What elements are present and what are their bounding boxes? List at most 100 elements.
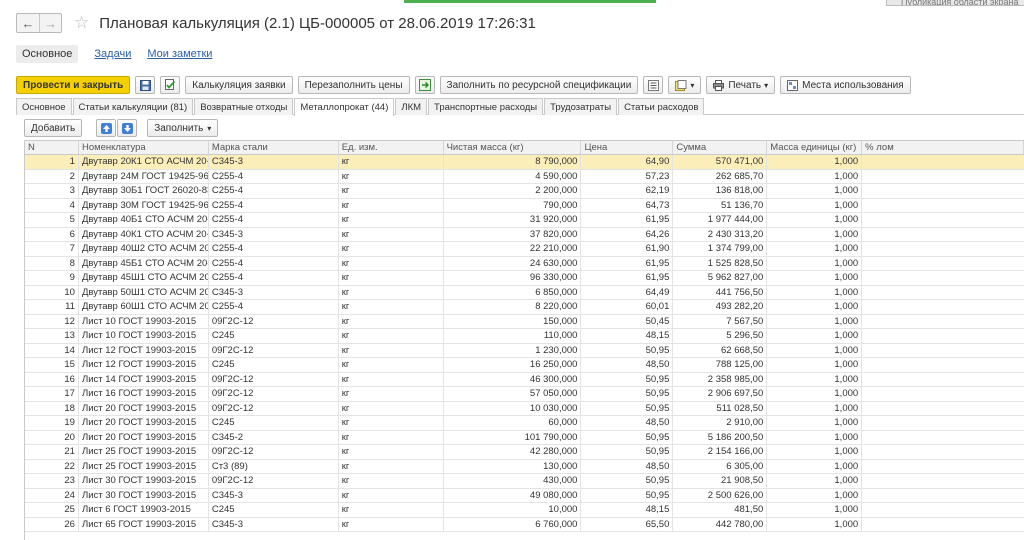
scrap-percent-cell[interactable] (862, 474, 1024, 488)
table-row[interactable]: 13 Лист 10 ГОСТ 19903-2015 С245 кг 110,000 48… (25, 329, 1024, 344)
nomenclature-cell[interactable]: Двутавр 45Б1 СТО АСЧМ 20-93 (79, 256, 209, 270)
price-cell[interactable]: 50,95 (581, 387, 674, 401)
unit-cell[interactable]: кг (339, 459, 444, 473)
scrap-percent-cell[interactable] (862, 329, 1024, 343)
scrap-percent-cell[interactable] (862, 358, 1024, 372)
row-number[interactable]: 19 (25, 416, 79, 430)
row-number[interactable]: 23 (25, 474, 79, 488)
nomenclature-cell[interactable]: Лист 30 ГОСТ 19903-2015 (79, 474, 209, 488)
unit-cell[interactable]: кг (339, 184, 444, 198)
unit-mass-cell[interactable]: 1,000 (767, 285, 863, 299)
steel-grade-cell[interactable]: 09Г2С-12 (209, 474, 339, 488)
row-number[interactable]: 1 (25, 155, 79, 169)
scrap-percent-cell[interactable] (862, 184, 1024, 198)
scrap-percent-cell[interactable] (862, 228, 1024, 242)
sum-cell[interactable]: 441 756,50 (673, 285, 768, 299)
scrap-percent-cell[interactable] (862, 387, 1024, 401)
top-window-tab[interactable]: Публикация области экрана (886, 0, 1024, 6)
nomenclature-cell[interactable]: Лист 14 ГОСТ 19903-2015 (79, 372, 209, 386)
price-cell[interactable]: 61,95 (581, 213, 674, 227)
sum-cell[interactable]: 788 125,00 (673, 358, 768, 372)
move-up-button[interactable] (96, 119, 117, 137)
table-row[interactable]: 25 Лист 6 ГОСТ 19903-2015 С245 кг 10,000 48,1… (25, 503, 1024, 518)
unit-mass-cell[interactable]: 1,000 (767, 242, 863, 256)
unit-cell[interactable]: кг (339, 474, 444, 488)
net-mass-cell[interactable]: 57 050,000 (444, 387, 582, 401)
unit-cell[interactable]: кг (339, 227, 444, 241)
nomenclature-cell[interactable]: Лист 20 ГОСТ 19903-2015 (79, 430, 209, 444)
sum-cell[interactable]: 442 780,00 (673, 517, 768, 531)
sum-cell[interactable]: 21 908,50 (673, 474, 768, 488)
price-cell[interactable]: 50,95 (581, 343, 674, 357)
table-row[interactable]: 15 Лист 12 ГОСТ 19903-2015 С245 кг 16 250,00… (25, 358, 1024, 373)
net-mass-cell[interactable]: 110,000 (444, 329, 582, 343)
scrap-percent-cell[interactable] (862, 257, 1024, 271)
unit-mass-cell[interactable]: 1,000 (767, 256, 863, 270)
net-mass-cell[interactable]: 37 820,000 (444, 227, 582, 241)
tab-return-waste[interactable]: Возвратные отходы (194, 98, 294, 115)
net-mass-cell[interactable]: 4 590,000 (444, 169, 582, 183)
unit-mass-cell[interactable]: 1,000 (767, 517, 863, 531)
nomenclature-cell[interactable]: Двутавр 40К1 СТО АСЧМ 20-93 (79, 227, 209, 241)
row-number[interactable]: 21 (25, 445, 79, 459)
unit-mass-cell[interactable]: 1,000 (767, 213, 863, 227)
steel-grade-cell[interactable]: С255-4 (209, 242, 339, 256)
unit-cell[interactable]: кг (339, 314, 444, 328)
scrap-percent-cell[interactable] (862, 170, 1024, 184)
nomenclature-cell[interactable]: Двутавр 50Ш1 СТО АСЧМ 20-... (79, 285, 209, 299)
net-mass-cell[interactable]: 42 280,000 (444, 445, 582, 459)
net-mass-cell[interactable]: 2 200,000 (444, 184, 582, 198)
sum-cell[interactable]: 262 685,70 (673, 169, 768, 183)
sum-cell[interactable]: 62 668,50 (673, 343, 768, 357)
calc-order-button[interactable]: Калькуляция заявки (185, 76, 293, 94)
unit-mass-cell[interactable]: 1,000 (767, 488, 863, 502)
unit-mass-cell[interactable]: 1,000 (767, 459, 863, 473)
row-number[interactable]: 9 (25, 271, 79, 285)
unit-cell[interactable]: кг (339, 169, 444, 183)
net-mass-cell[interactable]: 150,000 (444, 314, 582, 328)
steel-grade-cell[interactable]: 09Г2С-12 (209, 372, 339, 386)
scrap-percent-cell[interactable] (862, 242, 1024, 256)
unit-cell[interactable]: кг (339, 416, 444, 430)
net-mass-cell[interactable]: 430,000 (444, 474, 582, 488)
price-cell[interactable]: 57,23 (581, 169, 674, 183)
scrap-percent-cell[interactable] (862, 489, 1024, 503)
column-header-sum[interactable]: Сумма (673, 141, 768, 154)
unit-mass-cell[interactable]: 1,000 (767, 387, 863, 401)
scrap-percent-cell[interactable] (862, 271, 1024, 285)
net-mass-cell[interactable]: 101 790,000 (444, 430, 582, 444)
unit-cell[interactable]: кг (339, 488, 444, 502)
net-mass-cell[interactable]: 22 210,000 (444, 242, 582, 256)
print-button[interactable]: Печать ▾ (706, 76, 776, 94)
unit-cell[interactable]: кг (339, 213, 444, 227)
steel-grade-cell[interactable]: С255-4 (209, 256, 339, 270)
price-cell[interactable]: 48,50 (581, 416, 674, 430)
unit-cell[interactable]: кг (339, 358, 444, 372)
table-row[interactable]: 18 Лист 20 ГОСТ 19903-2015 09Г2С-12 кг 10 03… (25, 401, 1024, 416)
favorite-star-icon[interactable]: ☆ (74, 13, 89, 33)
sum-cell[interactable]: 511 028,50 (673, 401, 768, 415)
column-header-scrap-percent[interactable]: % лом (862, 141, 1024, 154)
price-cell[interactable]: 60,01 (581, 300, 674, 314)
steel-grade-cell[interactable]: С245 (209, 416, 339, 430)
table-row[interactable]: 17 Лист 16 ГОСТ 19903-2015 09Г2С-12 кг 57 05… (25, 387, 1024, 402)
scrap-percent-cell[interactable] (862, 416, 1024, 430)
unit-mass-cell[interactable]: 1,000 (767, 329, 863, 343)
sum-cell[interactable]: 2 910,00 (673, 416, 768, 430)
sum-cell[interactable]: 2 906 697,50 (673, 387, 768, 401)
scrap-percent-cell[interactable] (862, 503, 1024, 517)
sum-cell[interactable]: 1 977 444,00 (673, 213, 768, 227)
steel-grade-cell[interactable]: 09Г2С-12 (209, 401, 339, 415)
table-row[interactable]: 26 Лист 65 ГОСТ 19903-2015 С345-3 кг 6 760,0… (25, 517, 1024, 532)
unit-mass-cell[interactable]: 1,000 (767, 474, 863, 488)
price-cell[interactable]: 50,95 (581, 372, 674, 386)
table-row[interactable]: 21 Лист 25 ГОСТ 19903-2015 09Г2С-12 кг 42 28… (25, 445, 1024, 460)
sum-cell[interactable]: 136 818,00 (673, 184, 768, 198)
steel-grade-cell[interactable]: С345-3 (209, 488, 339, 502)
net-mass-cell[interactable]: 24 630,000 (444, 256, 582, 270)
net-mass-cell[interactable]: 790,000 (444, 198, 582, 212)
refill-prices-button[interactable]: Перезаполнить цены (297, 76, 410, 94)
nomenclature-cell[interactable]: Лист 25 ГОСТ 19903-2015 (79, 445, 209, 459)
unit-cell[interactable]: кг (339, 329, 444, 343)
net-mass-cell[interactable]: 6 850,000 (444, 285, 582, 299)
